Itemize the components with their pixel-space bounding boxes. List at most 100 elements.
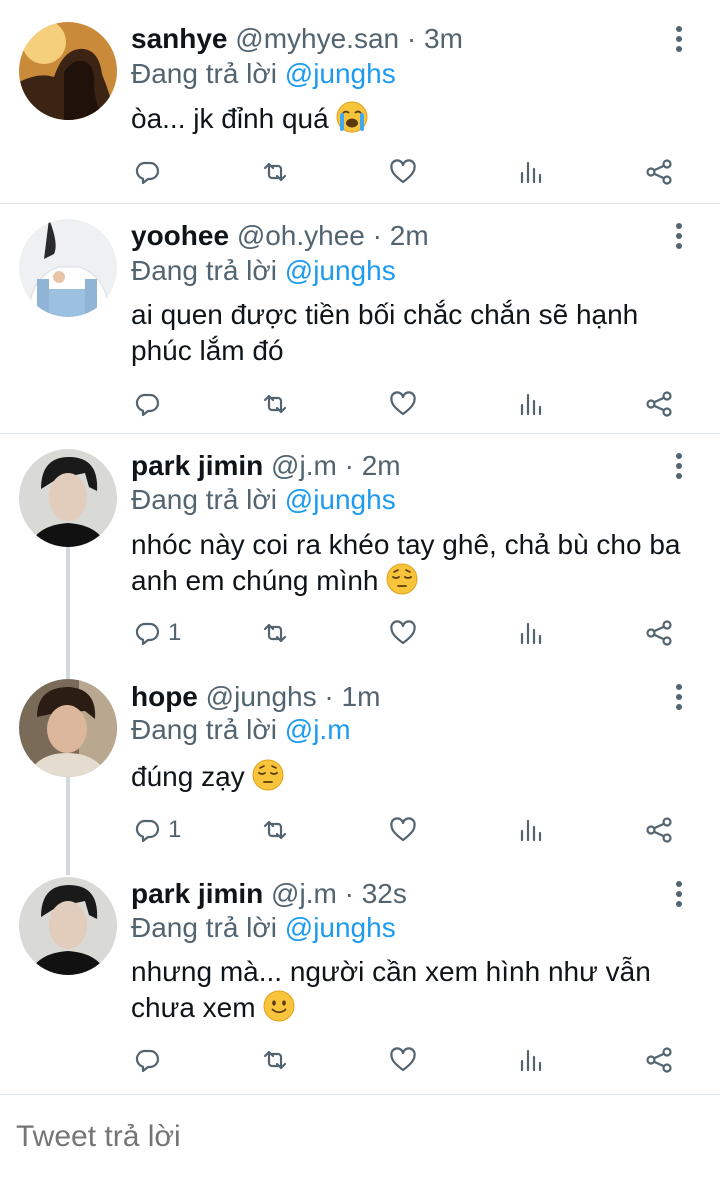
avatar[interactable] — [19, 877, 117, 975]
replying-to: Đang trả lời @junghs — [131, 56, 396, 92]
reply-button[interactable] — [132, 1040, 162, 1080]
tweet-header: sanhye @myhye.san · 3m — [131, 21, 463, 57]
timestamp[interactable]: 32s — [362, 878, 407, 909]
heart-icon — [388, 618, 418, 648]
mention-link[interactable]: @j.m — [285, 714, 351, 745]
retweet-icon — [260, 618, 290, 648]
share-button[interactable] — [644, 384, 674, 424]
retweet-button[interactable] — [260, 810, 290, 850]
more-vertical-icon[interactable] — [664, 218, 694, 254]
heart-icon — [388, 157, 418, 187]
analytics-button[interactable] — [516, 1040, 546, 1080]
display-name[interactable]: yoohee — [131, 220, 229, 251]
share-button[interactable] — [644, 1040, 674, 1080]
analytics-button[interactable] — [516, 810, 546, 850]
avatar[interactable] — [19, 219, 117, 317]
like-button[interactable] — [388, 810, 418, 850]
analytics-button[interactable] — [516, 152, 546, 192]
share-button[interactable] — [644, 810, 674, 850]
tweet-park-jimin-2[interactable]: park jimin @j.m · 32s Đang trả lời @jung… — [0, 864, 720, 1092]
retweet-button[interactable] — [260, 1040, 290, 1080]
timestamp[interactable]: 3m — [424, 23, 463, 54]
reply-prefix: Đang trả lời — [131, 484, 277, 515]
like-button[interactable] — [388, 152, 418, 192]
tweet-actions — [0, 1040, 720, 1080]
pensive-face-emoji — [386, 563, 418, 595]
tweet-header: park jimin @j.m · 2m — [131, 448, 401, 484]
tweet-text: òa... jk đỉnh quá — [131, 101, 701, 137]
retweet-button[interactable] — [260, 152, 290, 192]
analytics-icon — [516, 389, 546, 419]
user-handle[interactable]: @oh.yhee — [237, 220, 365, 251]
replying-to: Đang trả lời @j.m — [131, 712, 351, 748]
share-icon — [644, 1045, 674, 1075]
more-vertical-icon[interactable] — [664, 21, 694, 57]
reply-icon — [132, 389, 162, 419]
reply-count: 1 — [168, 816, 182, 843]
reply-button[interactable]: 1 — [132, 613, 181, 653]
timestamp[interactable]: 1m — [342, 681, 381, 712]
retweet-button[interactable] — [260, 613, 290, 653]
analytics-button[interactable] — [516, 384, 546, 424]
separator-dot: · — [372, 220, 382, 251]
loudly-crying-face-emoji — [336, 101, 368, 133]
reply-composer — [0, 1094, 720, 1177]
user-handle[interactable]: @myhye.san — [235, 23, 399, 54]
display-name[interactable]: park jimin — [131, 450, 263, 481]
tweet-hope[interactable]: hope @junghs · 1m Đang trả lời @j.m đúng… — [0, 664, 720, 864]
avatar[interactable] — [19, 22, 117, 120]
user-handle[interactable]: @junghs — [206, 681, 317, 712]
tweet-yoohee[interactable]: yoohee @oh.yhee · 2m Đang trả lời @jungh… — [0, 204, 720, 433]
like-button[interactable] — [388, 613, 418, 653]
mention-link[interactable]: @junghs — [285, 58, 396, 89]
reply-button[interactable] — [132, 384, 162, 424]
slightly-smiling-face-emoji — [263, 990, 295, 1022]
more-vertical-icon[interactable] — [664, 448, 694, 484]
display-name[interactable]: sanhye — [131, 23, 228, 54]
tweet-header: hope @junghs · 1m — [131, 679, 380, 715]
tweet-text: đúng zạy — [131, 759, 701, 795]
display-name[interactable]: hope — [131, 681, 198, 712]
timestamp[interactable]: 2m — [362, 450, 401, 481]
avatar[interactable] — [19, 679, 117, 777]
share-icon — [644, 157, 674, 187]
mention-link[interactable]: @junghs — [285, 484, 396, 515]
user-handle[interactable]: @j.m — [271, 450, 337, 481]
reply-button[interactable] — [132, 152, 162, 192]
like-button[interactable] — [388, 384, 418, 424]
like-button[interactable] — [388, 1040, 418, 1080]
more-vertical-icon[interactable] — [664, 876, 694, 912]
retweet-button[interactable] — [260, 384, 290, 424]
user-handle[interactable]: @j.m — [271, 878, 337, 909]
share-button[interactable] — [644, 152, 674, 192]
display-name[interactable]: park jimin — [131, 878, 263, 909]
mention-link[interactable]: @junghs — [285, 912, 396, 943]
replying-to: Đang trả lời @junghs — [131, 253, 396, 289]
reply-button[interactable]: 1 — [132, 810, 181, 850]
tweet-sanhye[interactable]: sanhye @myhye.san · 3m Đang trả lời @jun… — [0, 0, 720, 203]
reply-icon — [132, 815, 162, 845]
analytics-button[interactable] — [516, 613, 546, 653]
analytics-icon — [516, 157, 546, 187]
reply-input[interactable] — [16, 1119, 696, 1155]
avatar[interactable] — [19, 449, 117, 547]
share-icon — [644, 815, 674, 845]
tweet-text-content: ai quen được tiền bối chắc chắn sẽ hạnh … — [131, 299, 639, 366]
replying-to: Đang trả lời @junghs — [131, 482, 396, 518]
separator-dot: · — [324, 681, 334, 712]
reply-prefix: Đang trả lời — [131, 255, 277, 286]
tweet-header: park jimin @j.m · 32s — [131, 876, 407, 912]
tweet-park-jimin[interactable]: park jimin @j.m · 2m Đang trả lời @jungh… — [0, 434, 720, 664]
reply-prefix: Đang trả lời — [131, 714, 277, 745]
heart-icon — [388, 389, 418, 419]
tweet-actions: 1 — [0, 613, 720, 653]
tweet-text: nhóc này coi ra khéo tay ghê, chả bù cho… — [131, 527, 701, 599]
analytics-icon — [516, 618, 546, 648]
timestamp[interactable]: 2m — [390, 220, 429, 251]
mention-link[interactable]: @junghs — [285, 255, 396, 286]
more-vertical-icon[interactable] — [664, 679, 694, 715]
share-button[interactable] — [644, 613, 674, 653]
share-icon — [644, 618, 674, 648]
pensive-face-emoji — [252, 759, 284, 791]
reply-prefix: Đang trả lời — [131, 912, 277, 943]
